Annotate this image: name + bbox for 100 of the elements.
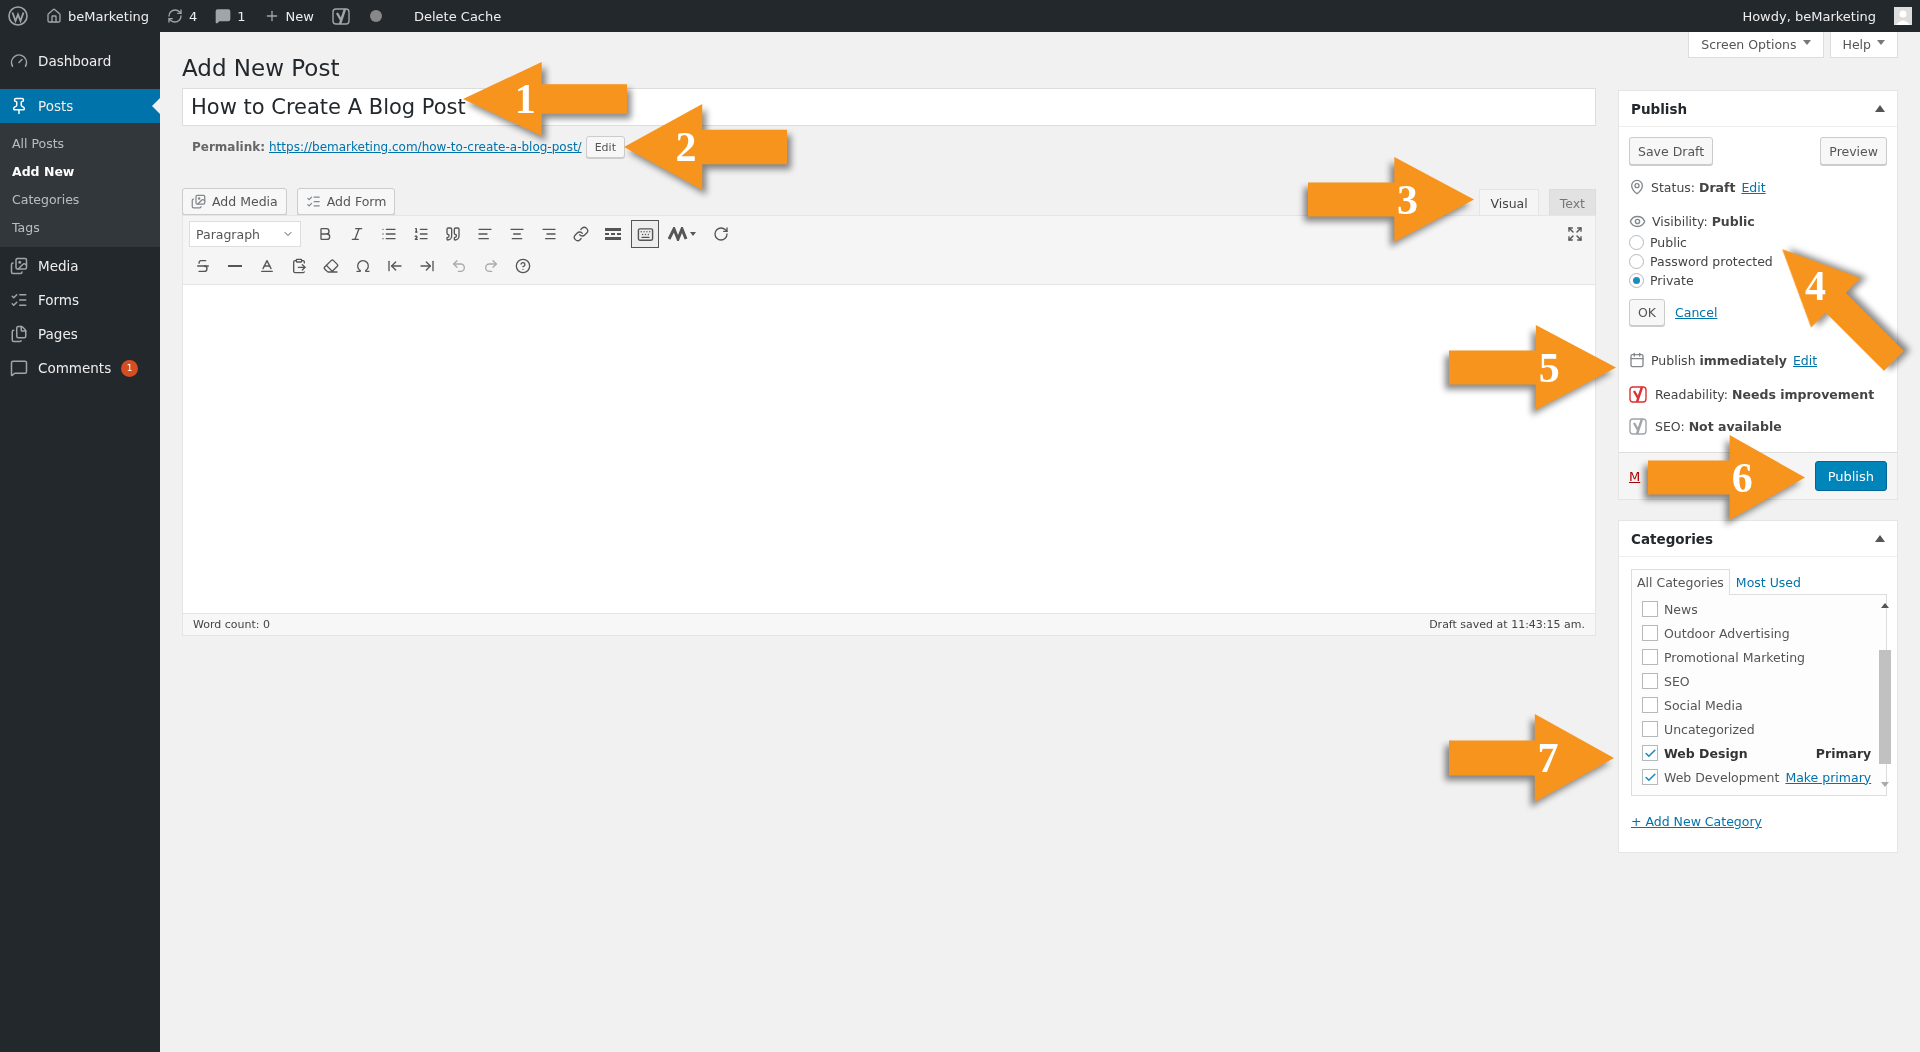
undo-icon (451, 258, 467, 274)
submenu-item[interactable]: Tags (0, 213, 160, 241)
collapse-icon[interactable] (1875, 105, 1885, 112)
collapse-icon[interactable] (1875, 535, 1885, 542)
status-dot-icon (369, 10, 382, 22)
delete-cache-link[interactable]: Delete Cache (413, 8, 502, 24)
checkbox[interactable] (1642, 649, 1658, 665)
checkbox[interactable] (1642, 769, 1658, 785)
category-label: Web Design (1664, 745, 1749, 761)
updates-count[interactable]: 4 (189, 8, 198, 24)
category-label: News (1664, 601, 1698, 617)
callout-number: 6 (1731, 454, 1753, 501)
comments-count[interactable]: 1 (237, 8, 246, 24)
checkbox[interactable] (1642, 745, 1658, 761)
help-icon (515, 258, 531, 274)
menu-item[interactable]: Pages (0, 317, 160, 351)
link-icon (573, 226, 589, 242)
schedule-text: Publish immediately (1651, 352, 1787, 368)
screen-meta-tab[interactable]: Help (1829, 32, 1898, 58)
checkbox[interactable] (1642, 721, 1658, 737)
read-more-icon (605, 228, 621, 240)
edit-button[interactable]: Edit (585, 136, 625, 158)
comment-icon (10, 359, 28, 377)
scrollbar-thumb[interactable] (1879, 650, 1892, 764)
radio-label: Private (1650, 273, 1694, 288)
publish-button[interactable]: Publish (1814, 461, 1887, 491)
media-button[interactable]: Add Media (182, 188, 287, 215)
paste-icon (291, 258, 307, 274)
editor-tab[interactable]: Visual (1479, 189, 1539, 216)
align-right-icon (541, 226, 557, 242)
wave-icon (668, 227, 698, 241)
callout-number: 3 (1397, 176, 1419, 223)
comment-icon (215, 8, 232, 24)
menu-item[interactable]: Dashboard (0, 44, 160, 78)
draft-saved-text: Draft saved at 11:43:15 am. (1429, 618, 1585, 631)
align-left-icon (477, 226, 493, 242)
submenu-item[interactable]: Categories (0, 185, 160, 213)
media-button[interactable]: Add Form (296, 188, 396, 215)
make-primary-link[interactable]: Make primary (1785, 769, 1872, 785)
category-tab[interactable]: All Categories (1631, 569, 1730, 595)
add-category-link[interactable]: + Add New Category (1631, 814, 1762, 829)
site-link[interactable]: beMarketing (68, 8, 150, 24)
menu-item[interactable]: Comments 1 (0, 351, 160, 385)
status-text: Status: Draft (1651, 179, 1736, 195)
save-draft-button[interactable]: Save Draft (1629, 137, 1714, 165)
menu-item[interactable]: Forms (0, 283, 160, 317)
preview-button[interactable]: Preview (1820, 137, 1887, 165)
primary-label: Primary (1815, 745, 1872, 761)
cancel-link[interactable]: Cancel (1675, 304, 1718, 320)
category-label: Social Media (1664, 697, 1743, 713)
italic-icon (349, 226, 365, 242)
submenu-item[interactable]: Add New (0, 157, 160, 185)
keyboard-icon (636, 225, 654, 243)
wordpress-logo-icon[interactable] (8, 6, 28, 26)
edit-link[interactable]: Edit (1741, 179, 1766, 195)
trash-link[interactable]: M (1629, 468, 1641, 484)
category-tab[interactable]: Most Used (1729, 569, 1807, 595)
form-icon (10, 291, 28, 309)
callout-number: 7 (1537, 735, 1559, 781)
category-label: SEO (1664, 673, 1690, 689)
align-center-icon (509, 226, 525, 242)
permalink-link[interactable]: https://bemarketing.com/how-to-create-a-blog-post/ (269, 140, 582, 154)
new-link[interactable]: New (285, 8, 314, 24)
permalink-label: Permalink: (192, 140, 265, 154)
score-text: SEO: Not available (1655, 418, 1782, 434)
text-color-icon (259, 258, 275, 274)
category-label: Promotional Marketing (1664, 649, 1805, 665)
checkbox[interactable] (1642, 601, 1658, 617)
ok-button[interactable]: OK (1629, 298, 1666, 326)
yoast-icon (1629, 417, 1649, 435)
count-badge: 1 (121, 359, 139, 377)
panel-title: Categories (1631, 530, 1714, 547)
quote-icon (445, 226, 461, 242)
word-count: Word count: 0 (193, 618, 270, 631)
strikethrough-icon (195, 258, 211, 274)
edit-link[interactable]: Edit (1792, 352, 1818, 368)
yoast-icon (1629, 385, 1649, 403)
numbered-list-icon (413, 226, 429, 242)
indent-icon (419, 258, 435, 274)
checkbox[interactable] (1642, 673, 1658, 689)
format-select[interactable]: Paragraph (189, 221, 301, 247)
updates-icon (167, 8, 184, 24)
redo-icon (483, 258, 499, 274)
submenu-item[interactable]: All Posts (0, 129, 160, 157)
radio-label: Password protected (1650, 254, 1773, 269)
checkbox[interactable] (1642, 697, 1658, 713)
callout-number: 5 (1538, 344, 1560, 391)
screen-meta-tab[interactable]: Screen Options (1688, 32, 1824, 58)
category-label: Uncategorized (1664, 721, 1755, 737)
menu-item[interactable]: Posts (0, 89, 160, 123)
menu-item[interactable]: Media (0, 249, 160, 283)
outdent-icon (387, 258, 403, 274)
calendar-icon (1629, 352, 1645, 368)
toolbar-toggle-button[interactable] (631, 220, 659, 248)
form-icon (305, 194, 321, 209)
greeting-link[interactable]: Howdy, beMarketing (1742, 8, 1876, 24)
horizontal-line-icon (228, 265, 242, 267)
checkbox[interactable] (1642, 625, 1658, 641)
page-title: Add New Post (182, 54, 341, 83)
radio-label: Public (1650, 235, 1687, 250)
